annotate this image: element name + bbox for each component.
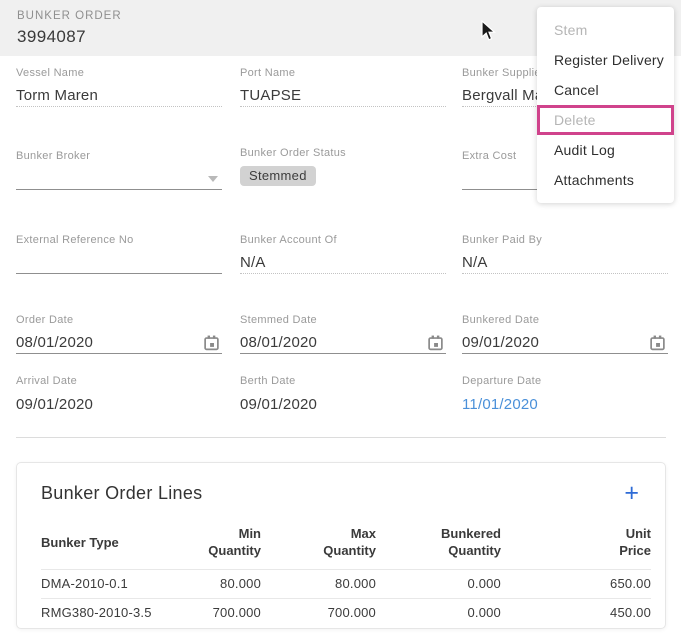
table-row[interactable]: RMG380-2010-3.5 700.000 700.000 0.000 45…: [41, 599, 651, 628]
calendar-icon[interactable]: [427, 334, 444, 352]
menu-item-audit-log[interactable]: Audit Log: [537, 135, 674, 165]
vessel-name-value: Torm Maren: [16, 85, 222, 107]
port-name-label: Port Name: [240, 66, 446, 80]
context-menu: Stem Register Delivery Cancel Delete Aud…: [537, 7, 674, 203]
table-row[interactable]: DMA-2010-0.1 80.000 80.000 0.000 650.00: [41, 570, 651, 599]
cell-unit-price: 650.00: [501, 570, 651, 599]
bunker-broker-label: Bunker Broker: [16, 149, 222, 163]
chevron-down-icon[interactable]: [208, 176, 218, 182]
vessel-name-field: Vessel Name Torm Maren: [16, 66, 222, 107]
column-header-bunkered-quantity: BunkeredQuantity: [376, 517, 501, 570]
cell-max-quantity: 700.000: [261, 599, 376, 628]
bunker-paid-by-label: Bunker Paid By: [462, 233, 668, 247]
cell-min-quantity: 700.000: [181, 599, 261, 628]
menu-item-delete: Delete: [537, 105, 674, 135]
cell-bunkered-quantity: 0.000: [376, 599, 501, 628]
departure-date-label: Departure Date: [462, 374, 668, 388]
arrival-date-label: Arrival Date: [16, 374, 222, 388]
column-header-min-quantity: MinQuantity: [181, 517, 261, 570]
cell-bunkered-quantity: 0.000: [376, 570, 501, 599]
calendar-icon[interactable]: [649, 334, 666, 352]
card-title: Bunker Order Lines: [41, 483, 202, 504]
menu-item-attachments[interactable]: Attachments: [537, 165, 674, 195]
order-date-value: 08/01/2020: [16, 332, 93, 353]
order-date-label: Order Date: [16, 313, 222, 327]
departure-date-field: Departure Date 11/01/2020: [462, 374, 668, 415]
section-divider: [16, 437, 666, 438]
arrival-date-field: Arrival Date 09/01/2020: [16, 374, 222, 415]
column-header-unit-price: UnitPrice: [501, 517, 651, 570]
stemmed-date-field[interactable]: Stemmed Date 08/01/2020: [240, 313, 446, 354]
bunker-account-of-value: N/A: [240, 252, 446, 274]
order-lines-table: Bunker Type MinQuantity MaxQuantity Bunk…: [41, 517, 651, 627]
cell-min-quantity: 80.000: [181, 570, 261, 599]
bunker-paid-by-field: Bunker Paid By N/A: [462, 233, 668, 274]
order-date-field[interactable]: Order Date 08/01/2020: [16, 313, 222, 354]
page-header-label: BUNKER ORDER: [17, 10, 122, 22]
stemmed-date-label: Stemmed Date: [240, 313, 446, 327]
calendar-icon[interactable]: [203, 334, 220, 352]
port-name-field: Port Name TUAPSE: [240, 66, 446, 107]
port-name-value: TUAPSE: [240, 85, 446, 107]
column-header-bunker-type: Bunker Type: [41, 517, 181, 570]
vessel-name-label: Vessel Name: [16, 66, 222, 80]
cell-bunker-type: RMG380-2010-3.5: [41, 599, 181, 628]
bunker-order-lines-card: Bunker Order Lines + Bunker Type MinQuan…: [16, 462, 666, 629]
menu-item-register-delivery[interactable]: Register Delivery: [537, 45, 674, 75]
bunkered-date-field[interactable]: Bunkered Date 09/01/2020: [462, 313, 668, 354]
menu-item-stem: Stem: [537, 15, 674, 45]
departure-date-value[interactable]: 11/01/2020: [462, 393, 668, 415]
status-badge: Stemmed: [240, 166, 316, 186]
bunker-account-of-field: Bunker Account Of N/A: [240, 233, 446, 274]
bunkered-date-label: Bunkered Date: [462, 313, 668, 327]
cell-max-quantity: 80.000: [261, 570, 376, 599]
berth-date-value: 09/01/2020: [240, 393, 446, 415]
bunker-account-of-label: Bunker Account Of: [240, 233, 446, 247]
mouse-cursor-icon: [480, 20, 497, 43]
add-line-button[interactable]: +: [624, 480, 639, 506]
external-reference-value: [16, 252, 222, 274]
cell-bunker-type: DMA-2010-0.1: [41, 570, 181, 599]
bunker-order-status-field: Bunker Order Status Stemmed: [240, 146, 446, 186]
berth-date-field: Berth Date 09/01/2020: [240, 374, 446, 415]
stemmed-date-value: 08/01/2020: [240, 332, 317, 353]
bunker-broker-field[interactable]: Bunker Broker: [16, 149, 222, 190]
bunkered-date-value: 09/01/2020: [462, 332, 539, 353]
arrival-date-value: 09/01/2020: [16, 393, 222, 415]
cell-unit-price: 450.00: [501, 599, 651, 628]
column-header-max-quantity: MaxQuantity: [261, 517, 376, 570]
berth-date-label: Berth Date: [240, 374, 446, 388]
external-reference-label: External Reference No: [16, 233, 222, 247]
external-reference-field[interactable]: External Reference No: [16, 233, 222, 274]
bunker-order-status-label: Bunker Order Status: [240, 146, 446, 160]
bunker-paid-by-value: N/A: [462, 252, 668, 274]
menu-item-cancel[interactable]: Cancel: [537, 75, 674, 105]
order-number: 3994087: [17, 27, 86, 47]
table-header-row: Bunker Type MinQuantity MaxQuantity Bunk…: [41, 517, 651, 570]
